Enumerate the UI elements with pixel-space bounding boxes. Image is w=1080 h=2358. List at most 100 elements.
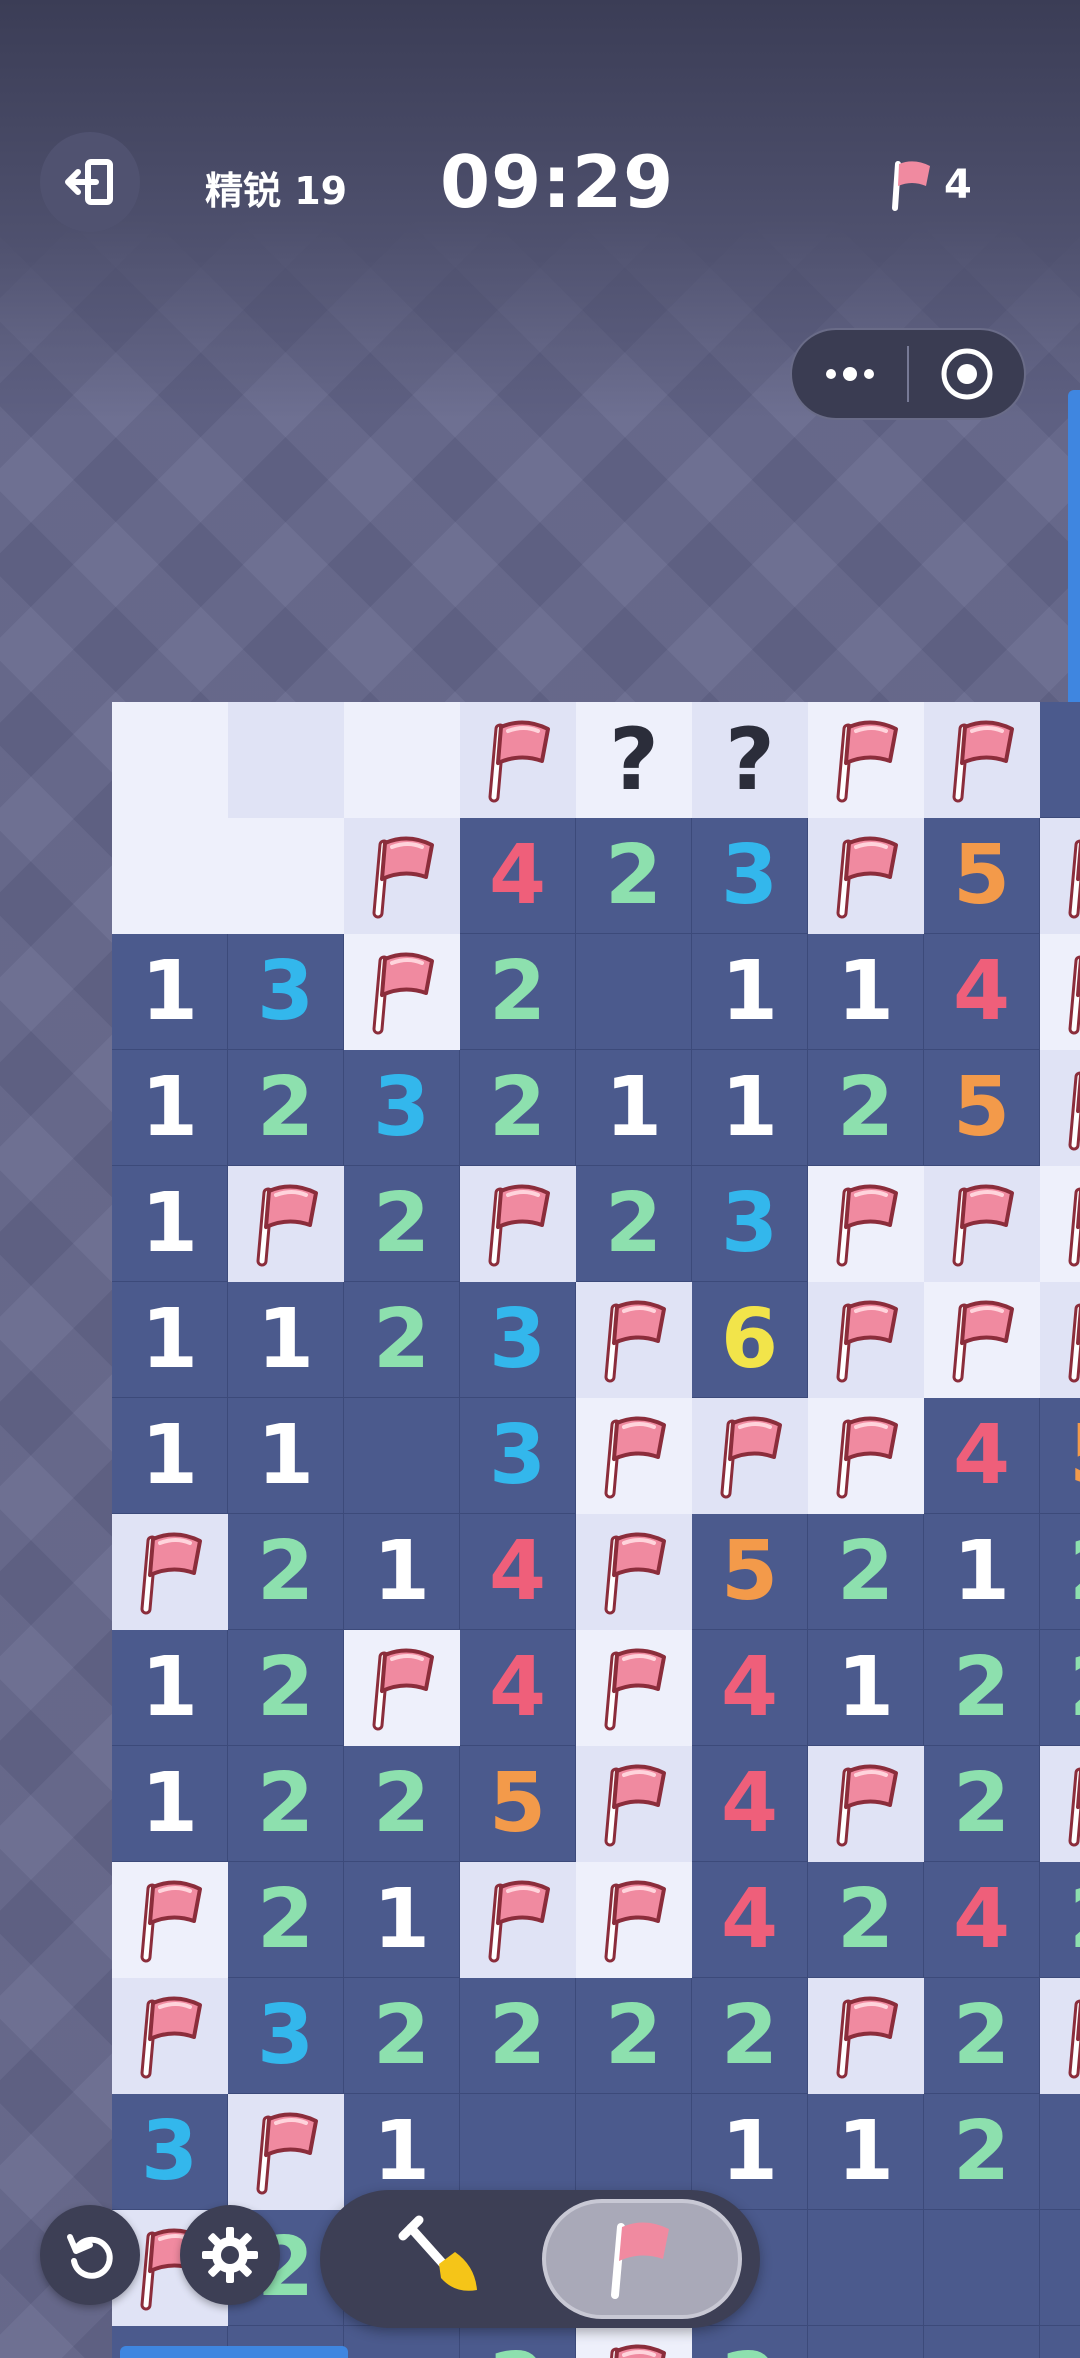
number-cell[interactable]: 2 (692, 1978, 808, 2094)
flagged-cell[interactable] (808, 702, 924, 818)
number-cell[interactable]: 1 (808, 934, 924, 1050)
question-cell[interactable]: ? (692, 702, 808, 818)
number-cell[interactable]: 2 (460, 934, 576, 1050)
number-cell[interactable]: 2 (1040, 1862, 1080, 1978)
flagged-cell[interactable] (460, 1166, 576, 1282)
revealed-empty-cell[interactable] (344, 2326, 460, 2358)
number-cell[interactable]: 4 (692, 1746, 808, 1862)
flagged-cell[interactable] (112, 1514, 228, 1630)
exit-button[interactable] (40, 132, 140, 232)
number-cell[interactable]: 2 (228, 1514, 344, 1630)
undo-button[interactable] (40, 2205, 140, 2305)
number-cell[interactable]: 1 (112, 1282, 228, 1398)
number-cell[interactable]: 2 (344, 1746, 460, 1862)
number-cell[interactable]: 1 (344, 1514, 460, 1630)
number-cell[interactable]: 1 (112, 1050, 228, 1166)
revealed-empty-cell[interactable] (1040, 2094, 1080, 2210)
revealed-empty-cell[interactable] (1040, 2210, 1080, 2326)
number-cell[interactable]: 2 (576, 1166, 692, 1282)
number-cell[interactable]: 3 (112, 2094, 228, 2210)
flagged-cell[interactable] (228, 2094, 344, 2210)
flagged-cell[interactable] (344, 934, 460, 1050)
number-cell[interactable]: 4 (924, 1398, 1040, 1514)
settings-button[interactable] (180, 2205, 280, 2305)
number-cell[interactable]: 1 (808, 1630, 924, 1746)
flagged-cell[interactable] (460, 1862, 576, 1978)
number-cell[interactable]: 2 (344, 1978, 460, 2094)
number-cell[interactable]: 3 (692, 818, 808, 934)
unrevealed-cell[interactable] (112, 702, 228, 818)
number-cell[interactable]: 1 (228, 1282, 344, 1398)
flagged-cell[interactable] (808, 1282, 924, 1398)
flagged-cell[interactable] (692, 1398, 808, 1514)
flagged-cell[interactable] (344, 1630, 460, 1746)
revealed-empty-cell[interactable] (808, 2210, 924, 2326)
revealed-empty-cell[interactable] (924, 2326, 1040, 2358)
number-cell[interactable]: 4 (692, 1862, 808, 1978)
revealed-empty-cell[interactable] (1040, 702, 1080, 818)
number-cell[interactable]: 3 (460, 1282, 576, 1398)
number-cell[interactable]: 1 (112, 1630, 228, 1746)
number-cell[interactable]: 2 (808, 1514, 924, 1630)
number-cell[interactable]: 1 (692, 934, 808, 1050)
number-cell[interactable]: 2 (344, 1166, 460, 1282)
number-cell[interactable]: 1 (112, 934, 228, 1050)
more-button[interactable] (792, 330, 907, 418)
unrevealed-cell[interactable] (344, 702, 460, 818)
number-cell[interactable]: 1 (924, 1514, 1040, 1630)
number-cell[interactable]: 2 (228, 1050, 344, 1166)
number-cell[interactable]: 3 (228, 934, 344, 1050)
flagged-cell[interactable] (576, 1282, 692, 1398)
number-cell[interactable]: 4 (692, 1630, 808, 1746)
unrevealed-cell[interactable] (228, 818, 344, 934)
flagged-cell[interactable] (228, 1166, 344, 1282)
flagged-cell[interactable] (808, 818, 924, 934)
number-cell[interactable]: 2 (228, 1862, 344, 1978)
flagged-cell[interactable] (112, 1862, 228, 1978)
number-cell[interactable]: 5 (460, 1746, 576, 1862)
flagged-cell[interactable] (576, 1398, 692, 1514)
number-cell[interactable]: 2 (1040, 1514, 1080, 1630)
number-cell[interactable]: 1 (576, 1050, 692, 1166)
unrevealed-cell[interactable] (112, 818, 228, 934)
flagged-cell[interactable] (576, 2326, 692, 2358)
flagged-cell[interactable] (460, 702, 576, 818)
flagged-cell[interactable] (576, 1746, 692, 1862)
number-cell[interactable]: 6 (692, 1282, 808, 1398)
question-cell[interactable]: ? (576, 702, 692, 818)
unrevealed-cell[interactable] (228, 702, 344, 818)
number-cell[interactable]: 4 (460, 818, 576, 934)
number-cell[interactable]: 2 (344, 1282, 460, 1398)
number-cell[interactable]: 2 (576, 1978, 692, 2094)
flagged-cell[interactable] (808, 1166, 924, 1282)
flagged-cell[interactable] (1040, 1282, 1080, 1398)
number-cell[interactable]: 1 (344, 1862, 460, 1978)
number-cell[interactable]: 2 (808, 1050, 924, 1166)
revealed-empty-cell[interactable] (344, 1398, 460, 1514)
flagged-cell[interactable] (1040, 1978, 1080, 2094)
number-cell[interactable]: 2 (576, 818, 692, 934)
flagged-cell[interactable] (1040, 818, 1080, 934)
flagged-cell[interactable] (576, 1862, 692, 1978)
number-cell[interactable]: 1 (808, 2094, 924, 2210)
number-cell[interactable]: 3 (228, 1978, 344, 2094)
number-cell[interactable]: 5 (1040, 1398, 1080, 1514)
number-cell[interactable]: 5 (924, 1050, 1040, 1166)
number-cell[interactable]: 2 (924, 1630, 1040, 1746)
flagged-cell[interactable] (576, 1630, 692, 1746)
number-cell[interactable]: 2 (808, 1862, 924, 1978)
number-cell[interactable]: 2 (924, 1978, 1040, 2094)
number-cell[interactable]: 4 (460, 1630, 576, 1746)
number-cell[interactable]: 2 (692, 2326, 808, 2358)
flagged-cell[interactable] (924, 702, 1040, 818)
number-cell[interactable]: 4 (924, 934, 1040, 1050)
number-cell[interactable]: 1 (112, 1746, 228, 1862)
number-cell[interactable]: 3 (692, 1166, 808, 1282)
dig-mode-button[interactable] (350, 2199, 530, 2319)
number-cell[interactable]: 2 (924, 2094, 1040, 2210)
number-cell[interactable]: 2 (924, 1746, 1040, 1862)
flagged-cell[interactable] (808, 1978, 924, 2094)
number-cell[interactable]: 3 (344, 1050, 460, 1166)
number-cell[interactable]: 1 (692, 1050, 808, 1166)
number-cell[interactable]: 2 (228, 1746, 344, 1862)
